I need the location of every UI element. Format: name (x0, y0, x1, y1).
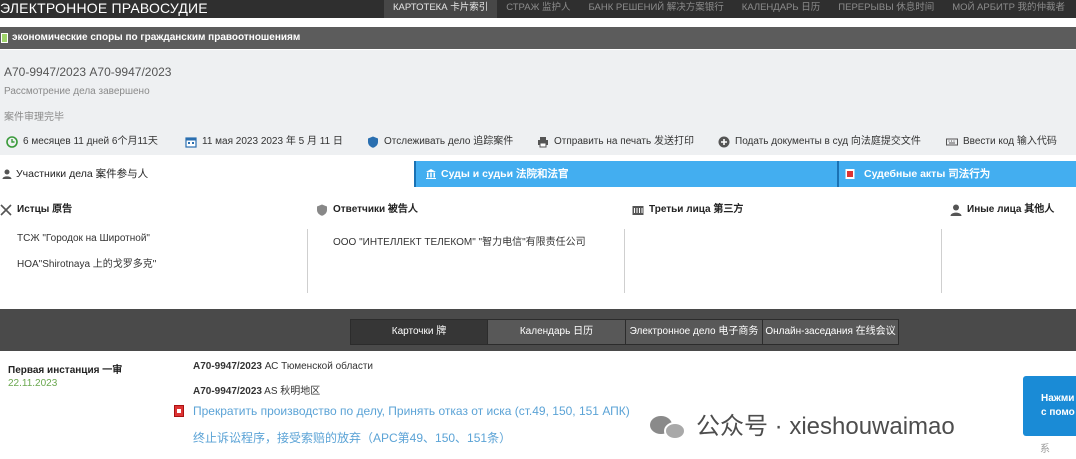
case-view-bar: Карточки 牌 Календарь 日历 Электронное дело… (0, 309, 1076, 351)
case-status: Рассмотрение дела завершено (4, 86, 150, 97)
nav-item-kartoteka[interactable]: КАРТОТЕКА 卡片索引 (384, 0, 498, 18)
person-icon (950, 204, 962, 216)
document-icon (1, 33, 8, 43)
tab-participants[interactable]: Участники дела 案件参与人 (0, 161, 414, 187)
pdf-icon[interactable] (174, 405, 184, 417)
person-icon (2, 169, 12, 179)
watermark-suffix: 系 (1040, 444, 1050, 455)
clock-arrow-icon (6, 136, 18, 148)
case-toolbar: 6 месяцев 11 дней 6个月11天 11 мая 2023 202… (0, 134, 1076, 150)
other-parties-header: Иные лица 其他人 (950, 204, 1054, 216)
nav-item-strazh[interactable]: СТРАЖ 监护人 (497, 0, 579, 18)
pdf-icon (845, 169, 855, 179)
column-divider (307, 229, 308, 293)
swords-icon (0, 204, 12, 216)
case-duration: 6 месяцев 11 дней 6个月11天 (6, 134, 158, 150)
instance-title: Первая инстанция 一审 (8, 365, 123, 376)
dispute-category: экономические споры по гражданским право… (12, 32, 301, 43)
help-side-button[interactable]: Нажми с помо (1023, 376, 1076, 436)
shield-icon (317, 204, 327, 216)
nav-item-calendar[interactable]: КАЛЕНДАРЬ 日历 (733, 0, 830, 18)
tab-judicial-acts[interactable]: Судебные акты 司法行为 (837, 161, 1076, 187)
column-divider (941, 229, 942, 293)
plaintiffs-header: Истцы 原告 (0, 204, 72, 216)
instance-case-number: А70-9947/2023 (193, 361, 262, 372)
enter-code-button[interactable]: Ввести код 输入代码 (946, 134, 1057, 150)
plus-circle-icon (718, 136, 730, 148)
instance-case-number-translation: A70-9947/2023 (193, 386, 262, 397)
case-status-translation: 案件审理完毕 (4, 112, 64, 123)
instance-card: Первая инстанция 一审 22.11.2023 А70-9947/… (0, 351, 1076, 459)
defendants-header: Ответчики 被告人 (316, 204, 418, 216)
plaintiff-item-translation: HOA"Shirotnaya 上的戈罗多克" (17, 259, 157, 270)
shield-icon (368, 136, 378, 148)
nav-item-breaks[interactable]: ПЕРЕРЫВЫ 休息时间 (829, 0, 943, 18)
participants-panel: Истцы 原告 ТСЖ "Городок на Широтной" HOA"S… (0, 187, 1076, 309)
watermark: 公众号 · xieshouwaimao (650, 413, 955, 441)
instance-court-translation: A70-9947/2023 AS 秋明地区 (193, 386, 321, 397)
nav-item-bank-resheniy[interactable]: БАНК РЕШЕНИЙ 解决方案银行 (580, 0, 733, 18)
third-parties-header: Третьи лица 第三方 (632, 204, 743, 216)
tab-cards[interactable]: Карточки 牌 (351, 320, 488, 344)
judicial-act-link[interactable]: Прекратить производство по делу, Принять… (193, 404, 630, 418)
print-button[interactable]: Отправить на печать 发送打印 (537, 134, 694, 150)
defendant-item[interactable]: ООО "ИНТЕЛЛЕКТ ТЕЛЕКОМ" "智力电信"有限责任公司 (333, 233, 586, 248)
court-building-icon (426, 169, 436, 179)
case-registration-date: 11 мая 2023 2023 年 5 月 11 日 (185, 134, 343, 150)
top-nav: ЭЛЕКТРОННОЕ ПРАВОСУДИЕ КАРТОТЕКА 卡片索引 СТ… (0, 0, 1076, 18)
dispute-category-bar: экономические споры по гражданским право… (0, 27, 1076, 49)
main-menu: КАРТОТЕКА 卡片索引 СТРАЖ 监护人 БАНК РЕШЕНИЙ 解决… (384, 0, 1074, 18)
building-icon (632, 206, 644, 215)
submit-documents-button[interactable]: Подать документы в суд 向法庭提交文件 (718, 134, 921, 150)
column-divider (624, 229, 625, 293)
wechat-icon (650, 413, 688, 441)
plaintiff-item[interactable]: ТСЖ "Городок на Широтной" (17, 233, 150, 244)
judicial-act-translation: 终止诉讼程序，接受索赔的放弃（APC第49、150、151条） (193, 431, 512, 445)
case-header: А70-9947/2023 A70-9947/2023 Рассмотрение… (0, 50, 1076, 155)
tab-calendar[interactable]: Календарь 日历 (488, 320, 626, 344)
nav-item-my-arbitr[interactable]: МОЙ АРБИТР 我的仲裁者 (943, 0, 1074, 18)
track-case-button[interactable]: Отслеживать дело 追踪案件 (367, 134, 513, 150)
calendar-icon (185, 137, 197, 148)
case-number: А70-9947/2023 A70-9947/2023 (4, 65, 172, 79)
printer-icon (538, 137, 548, 148)
tab-courts-judges[interactable]: Суды и судьи 法院和法官 (414, 161, 837, 187)
case-view-tabs: Карточки 牌 Календарь 日历 Электронное дело… (350, 319, 899, 345)
instance-court: А70-9947/2023 АС Тюменской области (193, 361, 374, 372)
tab-online-hearings[interactable]: Онлайн-заседания 在线会议 (763, 320, 898, 344)
keyboard-icon (946, 138, 958, 146)
case-tabs: Участники дела 案件参与人 Суды и судьи 法院和法官 … (0, 161, 1076, 187)
site-logo[interactable]: ЭЛЕКТРОННОЕ ПРАВОСУДИЕ (0, 0, 208, 18)
tab-electronic-case[interactable]: Электронное дело 电子商务 (626, 320, 763, 344)
instance-date: 22.11.2023 (8, 378, 58, 389)
